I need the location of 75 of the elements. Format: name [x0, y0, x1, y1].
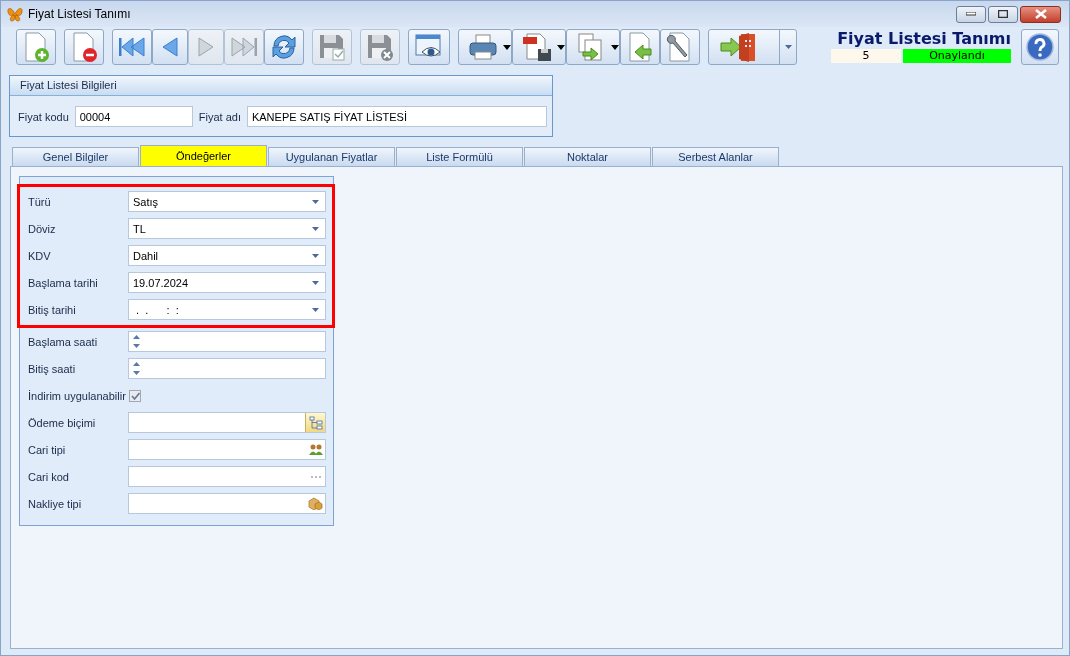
toolbar-button[interactable] — [660, 29, 700, 65]
toolbar-button[interactable] — [64, 29, 104, 65]
spin-arrows-icon[interactable] — [133, 334, 140, 349]
toolbar-button[interactable] — [408, 29, 450, 65]
dropdown-field[interactable]: Satış — [128, 191, 326, 212]
spin-arrows-icon[interactable] — [133, 361, 140, 376]
lookup-field[interactable] — [128, 412, 326, 433]
dropdown-arrow-icon[interactable] — [312, 307, 319, 312]
toolbar-button[interactable] — [512, 29, 566, 65]
field-label: Cari kod — [28, 470, 70, 483]
form-title: Fiyat Listesi Tanımı — [837, 29, 1011, 49]
printer-icon — [467, 32, 499, 62]
record-number: 5 — [831, 49, 901, 63]
people-icon[interactable] — [308, 443, 323, 456]
status-label: Onaylandı — [903, 49, 1011, 63]
dropdown-field[interactable]: TL — [128, 218, 326, 239]
dropdown-arrow-icon[interactable] — [312, 280, 319, 285]
lookup-field[interactable] — [128, 493, 326, 514]
window-title: Fiyat Listesi Tanımı — [28, 7, 132, 21]
tab[interactable]: Öndeğerler — [140, 145, 267, 166]
tab[interactable]: Liste Formülü — [396, 147, 523, 166]
text-field[interactable]: KANEPE SATIŞ FİYAT LİSTESİ — [246, 106, 547, 127]
tab[interactable]: Serbest Alanlar — [652, 147, 779, 166]
help-icon — [1026, 33, 1054, 61]
field-label: Türü — [28, 195, 52, 208]
maximize-icon — [998, 10, 1008, 18]
dropdown-arrow-icon[interactable] — [312, 253, 319, 258]
toolbar-button[interactable] — [708, 29, 797, 65]
minimize-icon — [966, 12, 976, 16]
pdf-save-icon — [521, 32, 553, 62]
field-label: İndirim uygulanabilir — [28, 389, 127, 402]
skip-back-icon — [117, 35, 147, 59]
field-label: Bitiş tarihi — [28, 303, 77, 316]
field-label: Nakliye tipi — [28, 497, 83, 510]
dropdown-arrow-icon[interactable] — [312, 226, 319, 231]
refresh-icon — [269, 32, 299, 62]
field-label: Ödeme biçimi — [28, 416, 97, 429]
dropdown-arrow-icon[interactable] — [312, 199, 319, 204]
field-label: Döviz — [28, 222, 57, 235]
dropdown-field[interactable]: 19.07.2024 — [128, 272, 326, 293]
close-icon — [1034, 9, 1047, 19]
tab[interactable]: Noktalar — [524, 147, 651, 166]
toolbar-button[interactable] — [264, 29, 304, 65]
panel-title: Fiyat Listesi Bilgileri — [10, 76, 552, 96]
field-label: Başlama saati — [28, 335, 99, 348]
toolbar-button[interactable] — [458, 29, 512, 65]
field-label: KDV — [28, 249, 52, 262]
spin-field[interactable] — [128, 358, 326, 379]
tree-view-icon[interactable] — [308, 415, 323, 430]
next-icon — [196, 35, 216, 59]
field-label: Fiyat adı — [198, 110, 241, 123]
text-field[interactable]: 00004 — [74, 106, 193, 127]
skip-forward-icon — [229, 35, 259, 59]
checkbox[interactable] — [129, 389, 141, 402]
dropdown-field[interactable]: Dahil — [128, 245, 326, 266]
help-button[interactable] — [1021, 29, 1059, 65]
spin-field[interactable] — [128, 331, 326, 352]
dropdown-arrow-icon — [784, 45, 792, 49]
lookup-field[interactable] — [128, 439, 326, 460]
save-icon — [317, 32, 347, 62]
close-button[interactable] — [1020, 5, 1061, 23]
tab[interactable]: Genel Bilgiler — [12, 147, 139, 166]
lookup-field[interactable] — [128, 466, 326, 487]
field-label: Cari tipi — [28, 443, 67, 456]
minimize-button[interactable] — [956, 5, 986, 23]
dropdown-field[interactable]: . . : : — [128, 299, 326, 320]
discard-icon — [365, 32, 395, 62]
maximize-button[interactable] — [988, 5, 1018, 23]
boxes-icon[interactable] — [308, 497, 323, 510]
butterfly-icon — [7, 6, 23, 22]
tab[interactable]: Uygulanan Fiyatlar — [268, 147, 395, 166]
previous-icon — [160, 35, 180, 59]
field-label: Başlama tarihi — [28, 276, 99, 289]
field-label: Fiyat kodu — [18, 110, 69, 123]
field-label: Bitiş saati — [28, 362, 77, 375]
